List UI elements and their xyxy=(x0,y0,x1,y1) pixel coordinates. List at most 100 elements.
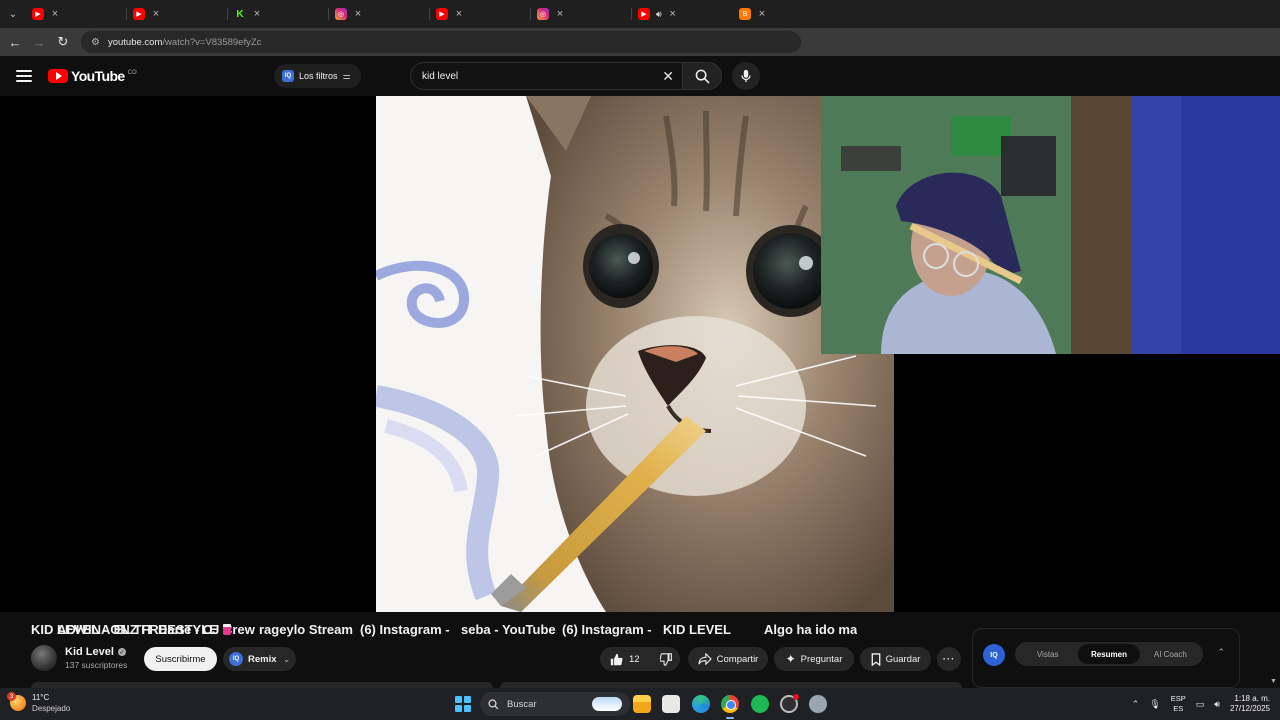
weather-badge: 3 xyxy=(7,692,16,701)
close-tab-icon[interactable]: × xyxy=(757,8,767,20)
search-icon xyxy=(488,698,499,709)
filters-button[interactable]: IQ Los filtros ⚌ xyxy=(274,64,361,88)
input-language[interactable]: ESP ES xyxy=(1171,694,1186,714)
browser-tab-active[interactable]: ▶ KID LEVEL 🔊︎ × xyxy=(632,0,733,637)
streamer-webcam-image xyxy=(821,96,1280,354)
app-with-notification-icon[interactable] xyxy=(780,694,799,713)
like-button[interactable]: 12 xyxy=(600,647,650,671)
youtube-play-icon xyxy=(48,69,68,83)
close-tab-icon[interactable]: × xyxy=(454,8,464,20)
channel-name[interactable]: Kid Level xyxy=(65,646,114,658)
microsoft-store-icon[interactable] xyxy=(662,695,680,713)
network-icon[interactable]: ▭ xyxy=(1196,699,1205,710)
video-frame-cat-image xyxy=(376,96,894,612)
browser-tab[interactable]: K rageylo Stream × xyxy=(228,0,353,637)
close-tab-icon[interactable]: × xyxy=(353,8,363,20)
spotify-icon[interactable] xyxy=(751,695,769,713)
site-info-icon[interactable]: ⚙ xyxy=(91,37,100,48)
search-input[interactable]: kid level ✕ xyxy=(410,62,682,90)
clock-date: 27/12/2025 xyxy=(1229,704,1270,713)
save-button[interactable]: Guardar xyxy=(860,647,931,671)
clear-search-icon[interactable]: ✕ xyxy=(662,68,674,85)
chevron-up-tray-icon[interactable]: ⌃ xyxy=(1132,699,1140,710)
settings-gear-icon[interactable] xyxy=(809,695,827,713)
taskbar-search[interactable]: Buscar xyxy=(480,692,630,716)
cat-illustration xyxy=(376,96,894,612)
dislike-button[interactable] xyxy=(650,647,683,671)
chevron-up-icon[interactable]: ⌃ xyxy=(1217,647,1225,658)
reload-icon[interactable]: ↻ xyxy=(51,28,75,56)
youtube-favicon-icon: ▶ xyxy=(638,8,650,20)
clock-time: 1:18 a. m. xyxy=(1234,694,1270,703)
weather-widget[interactable]: 3 11°C Despejado xyxy=(7,692,71,714)
keyboard-layout: ES xyxy=(1173,704,1184,713)
segment-ai-coach[interactable]: AI Coach xyxy=(1140,644,1201,664)
microphone-tray-icon[interactable]: 🎙︎ xyxy=(1149,699,1160,710)
browser-tab[interactable]: ▶ ADIVINA EL TIT × xyxy=(26,0,153,637)
cup-emoji-icon xyxy=(222,624,231,635)
back-arrow-icon[interactable]: ← xyxy=(3,28,27,56)
browser-tab[interactable]: ◎ (6) Instagram - × xyxy=(531,0,652,637)
instagram-favicon-icon: ◎ xyxy=(537,8,549,20)
browser-toolbar: ← → ↻ ⚙ youtube.com/watch?v=V83589efyZc xyxy=(0,28,1280,56)
browser-tab[interactable]: ▶ seba - YouTube × xyxy=(430,0,556,637)
webcam-overlay xyxy=(821,96,1280,354)
iq-extension-icon: IQ xyxy=(282,70,294,82)
channel-info: Kid Level ✓ 137 suscriptores xyxy=(31,645,127,671)
subscriber-count: 137 suscriptores xyxy=(65,660,128,670)
clock[interactable]: 1:18 a. m. 27/12/2025 xyxy=(1230,694,1270,714)
channel-avatar[interactable] xyxy=(31,645,57,671)
ask-button[interactable]: ✦ Preguntar xyxy=(774,647,854,671)
close-tab-icon[interactable]: × xyxy=(151,8,161,20)
tab-title: (6) Instagram - xyxy=(360,622,450,637)
close-tab-icon[interactable]: × xyxy=(668,8,678,20)
close-tab-icon[interactable]: × xyxy=(555,8,565,20)
url-host: youtube.com xyxy=(107,36,163,48)
start-windows-icon[interactable] xyxy=(455,696,471,712)
country-code: CO xyxy=(127,70,137,76)
language-code: ESP xyxy=(1170,694,1186,703)
tab-title: KID LEVEL xyxy=(663,622,731,637)
subscribe-button[interactable]: Suscribirme xyxy=(144,647,217,671)
remix-label: Remix xyxy=(248,653,277,665)
volume-icon[interactable]: 🔊︎ xyxy=(1214,699,1220,710)
chrome-browser-icon[interactable] xyxy=(721,695,739,713)
browser-tab[interactable]: ▶ Darte - CJ Crew × xyxy=(127,0,255,637)
address-bar[interactable]: ⚙ youtube.com/watch?v=V83589efyZc xyxy=(81,31,801,53)
search-button[interactable] xyxy=(682,62,722,90)
search-icon xyxy=(695,69,709,83)
weather-condition: Despejado xyxy=(32,704,71,713)
video-title: KID LEVEL - ONZ FREESTYLE xyxy=(31,622,231,637)
search-highlight-image xyxy=(592,697,622,711)
close-tab-icon[interactable]: × xyxy=(50,8,60,20)
voice-search-button[interactable] xyxy=(732,62,760,90)
taskbar-search-placeholder: Buscar xyxy=(507,698,537,710)
edge-browser-icon[interactable] xyxy=(692,695,710,713)
browser-tab[interactable]: ◎ (6) Instagram - × xyxy=(329,0,450,637)
youtube-favicon-icon: ▶ xyxy=(133,8,145,20)
remix-button[interactable]: IQ Remix ⌄ xyxy=(223,647,296,671)
forward-arrow-icon[interactable]: → xyxy=(27,28,51,56)
segment-views[interactable]: Vistas xyxy=(1017,644,1078,664)
channel-name-row[interactable]: Kid Level ✓ xyxy=(65,646,127,658)
chevron-down-icon[interactable]: ⌄ xyxy=(283,655,290,664)
like-dislike-group: 12 xyxy=(600,647,680,671)
video-player[interactable] xyxy=(0,96,1280,612)
more-actions-button[interactable]: ··· xyxy=(937,647,961,671)
share-button[interactable]: Compartir xyxy=(688,647,768,671)
menu-icon[interactable] xyxy=(16,70,32,82)
iq-logo-icon: IQ xyxy=(983,644,1005,666)
youtube-logo[interactable]: YouTube CO xyxy=(48,68,137,84)
scroll-down-arrow-icon[interactable]: ▼ xyxy=(1270,678,1277,685)
speaker-icon[interactable]: 🔊︎ xyxy=(656,9,662,20)
close-tab-icon[interactable]: × xyxy=(252,8,262,20)
youtube-wordmark: YouTube xyxy=(71,68,125,84)
blogger-favicon-icon: B xyxy=(739,8,751,20)
youtube-favicon-icon: ▶ xyxy=(436,8,448,20)
file-explorer-icon[interactable] xyxy=(633,695,651,713)
share-arrow-icon xyxy=(698,653,712,665)
tab-search-chevron-icon[interactable]: ⌄ xyxy=(0,0,26,28)
iq-segmented-control: Vistas Resumen AI Coach xyxy=(1015,642,1203,666)
segment-summary[interactable]: Resumen xyxy=(1078,644,1140,664)
browser-tab[interactable]: B Algo ha ido ma × xyxy=(733,0,857,637)
